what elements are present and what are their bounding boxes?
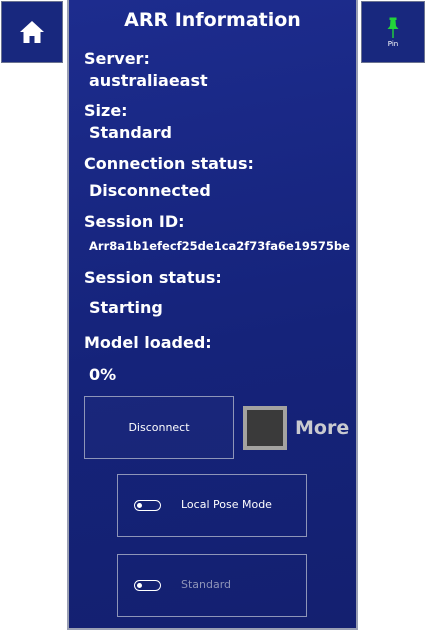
home-icon — [20, 21, 44, 43]
server-label: Server: — [84, 49, 150, 68]
session-id-value: Arr8a1b1efecf25de1ca2f73fa6e19575be — [89, 239, 350, 253]
session-id-label: Session ID: — [84, 212, 185, 231]
session-status-value: Starting — [89, 298, 163, 317]
disconnect-button[interactable]: Disconnect — [84, 396, 234, 459]
more-label: More — [295, 417, 350, 439]
standard-toggle[interactable]: Standard — [117, 554, 307, 617]
arr-info-panel: ARR Information Server: australiaeast Si… — [67, 0, 358, 630]
toggle-switch-icon — [134, 580, 161, 591]
server-value: australiaeast — [89, 71, 208, 90]
pin-label: Pin — [387, 39, 399, 48]
size-value: Standard — [89, 123, 172, 142]
more-checkbox[interactable] — [243, 406, 287, 450]
connection-status-value: Disconnected — [89, 181, 211, 200]
model-loaded-label: Model loaded: — [84, 333, 212, 352]
local-pose-mode-toggle[interactable]: Local Pose Mode — [117, 474, 307, 537]
disconnect-label: Disconnect — [128, 421, 190, 434]
toggle-switch-icon — [134, 500, 161, 511]
connection-status-label: Connection status: — [84, 154, 254, 173]
panel-title: ARR Information — [124, 9, 301, 31]
local-pose-mode-label: Local Pose Mode — [181, 498, 272, 511]
size-label: Size: — [84, 101, 128, 120]
pin-button[interactable]: Pin — [361, 1, 425, 63]
model-loaded-value: 0% — [89, 365, 117, 384]
pushpin-icon — [387, 17, 399, 38]
standard-label: Standard — [181, 578, 232, 591]
session-status-label: Session status: — [84, 268, 222, 287]
home-button[interactable] — [1, 1, 63, 63]
